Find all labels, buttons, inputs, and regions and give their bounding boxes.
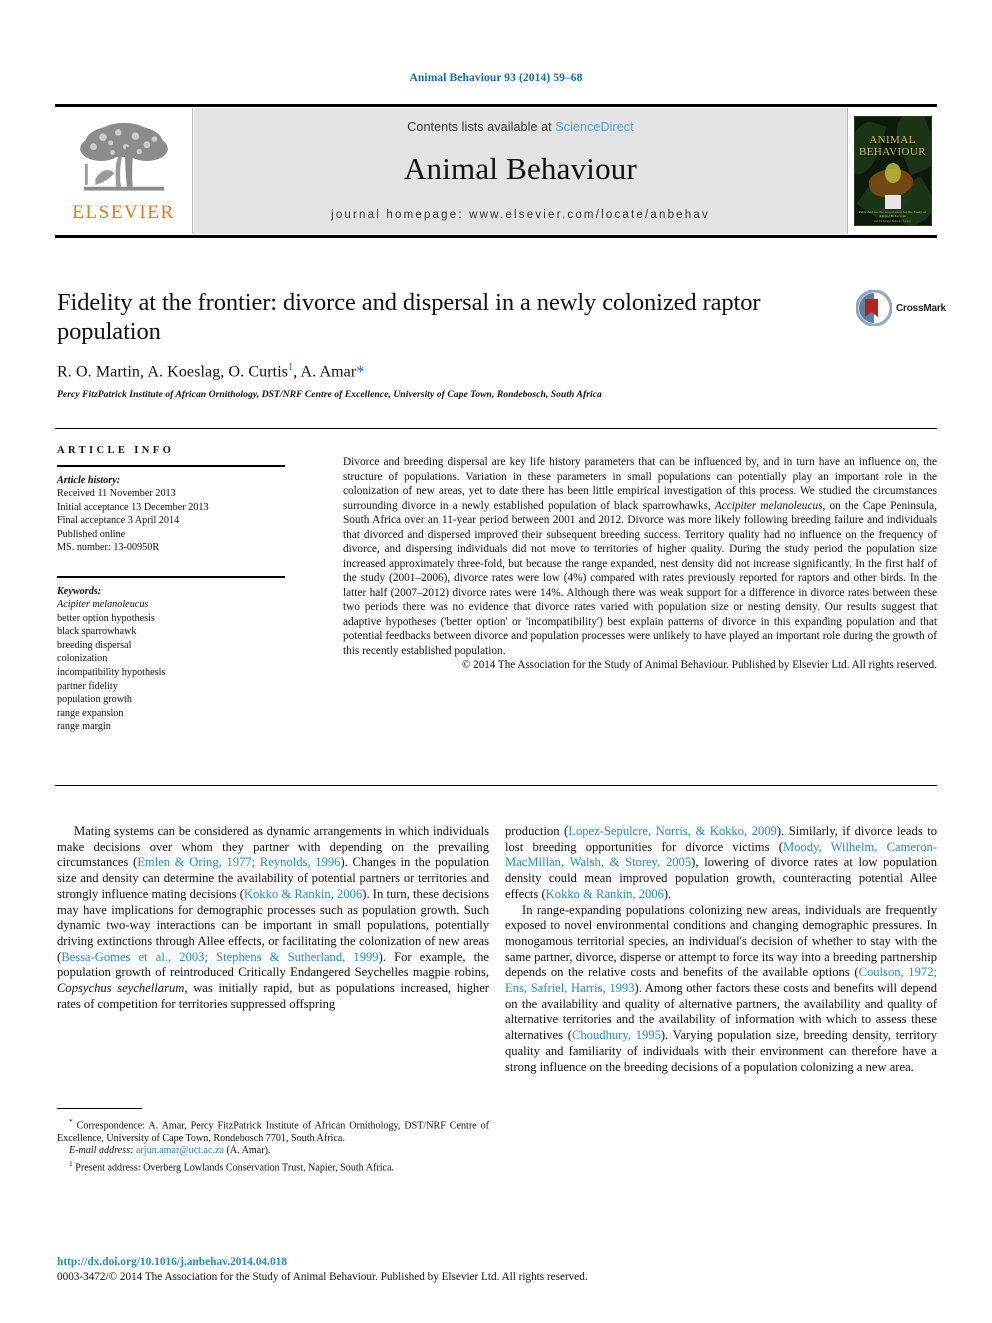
cover-title-line2: BEHAVIOUR xyxy=(859,146,926,158)
correspondence-text: Correspondence: A. Amar, Percy FitzPatri… xyxy=(57,1120,489,1144)
footnote-rule xyxy=(57,1108,142,1109)
body-paragraph: production (Lopez-Sepulcre, Norris, & Ko… xyxy=(505,824,937,903)
body-text: ). xyxy=(663,886,672,901)
author-name: R. O. Martin xyxy=(57,363,140,381)
keyword-item: colonization xyxy=(57,653,108,665)
cover-title: ANIMAL BEHAVIOUR xyxy=(855,134,931,158)
keyword-item: better option hypothesis xyxy=(57,612,155,624)
keyword-item: Acipiter melanoleucus xyxy=(57,598,149,610)
keyword-item: black sparrowhawk xyxy=(57,626,137,638)
email-link[interactable]: arjun.amar@uct.ac.za xyxy=(136,1145,224,1156)
keyword-item: breeding dispersal xyxy=(57,639,132,651)
title-block: Fidelity at the frontier: divorce and di… xyxy=(57,288,847,400)
body-column-left: Mating systems can be considered as dyna… xyxy=(57,824,489,1012)
body-text: production ( xyxy=(505,824,569,838)
citation-link[interactable]: Kokko & Rankin, 2006 xyxy=(546,887,664,901)
contents-prefix: Contents lists available at xyxy=(407,120,556,134)
keywords-block: Keywords: Acipiter melanoleucus better o… xyxy=(57,575,312,734)
present-address-text: Present address: Overberg Lowlands Conse… xyxy=(72,1161,394,1173)
author-footnote-mark[interactable]: 1 xyxy=(288,362,293,373)
citation-link[interactable]: Kokko & Rankin, 2006 xyxy=(244,887,362,901)
cover-society-badge xyxy=(884,195,901,209)
article-history-item: Published online xyxy=(57,528,126,540)
article-history-item: MS. number: 13-00950R xyxy=(57,542,160,554)
journal-cover-thumbnail: ANIMAL BEHAVIOUR Published for the Assoc… xyxy=(853,116,932,226)
author-name: A. Koeslag xyxy=(147,363,221,381)
email-suffix: (A. Amar). xyxy=(223,1145,271,1157)
info-section-bottom-rule xyxy=(55,785,937,786)
article-history-item: Received 11 November 2013 xyxy=(57,488,176,499)
crossmark-label: CrossMark xyxy=(896,302,946,314)
crossmark-icon xyxy=(855,289,893,327)
crossmark-badge[interactable]: CrossMark xyxy=(855,288,946,328)
body-paragraph: In range-expanding populations colonizin… xyxy=(505,903,937,1076)
footer-block: http://dx.doi.org/10.1016/j.anbehav.2014… xyxy=(57,1255,937,1284)
keyword-item: incompatibility hypothesis xyxy=(57,666,166,678)
cover-footer-line1: Published for the Association for the St… xyxy=(858,210,927,218)
citation-link[interactable]: Bessa-Gomes et al., 2003; Stephens & Sut… xyxy=(61,950,378,964)
keyword-item: range expansion xyxy=(57,707,124,719)
info-section-top-rule xyxy=(55,428,937,429)
present-address-footnote: 1 Present address: Overberg Lowlands Con… xyxy=(57,1158,489,1175)
article-history-label: Article history: xyxy=(57,475,121,486)
elsevier-logo: ELSEVIER xyxy=(55,108,193,234)
sciencedirect-link[interactable]: ScienceDirect xyxy=(555,120,633,134)
keyword-item: partner fidelity xyxy=(57,680,118,692)
cover-title-line1: ANIMAL xyxy=(869,134,916,146)
masthead-center: Contents lists available at ScienceDirec… xyxy=(194,108,847,234)
cover-insect-highlight xyxy=(884,163,901,183)
body-column-right: production (Lopez-Sepulcre, Norris, & Ko… xyxy=(505,824,937,1075)
elsevier-wordmark: ELSEVIER xyxy=(72,202,175,223)
cover-footer-line2: and the Animal Behavior Society xyxy=(873,220,912,223)
keywords-label: Keywords: xyxy=(57,585,102,597)
author-name: A. Amar xyxy=(300,363,357,381)
footer-copyright: 0003-3472/© 2014 The Association for the… xyxy=(57,1271,588,1283)
abstract-copyright: © 2014 The Association for the Study of … xyxy=(461,659,937,671)
email-label: E-mail address: xyxy=(69,1145,134,1157)
journal-title: Animal Behaviour xyxy=(403,151,638,186)
author-name: O. Curtis xyxy=(228,363,289,381)
species-name: Copsychus seychellarum xyxy=(57,981,185,996)
author-affiliation: Percy FitzPatrick Institute of African O… xyxy=(57,389,602,401)
doi-link[interactable]: http://dx.doi.org/10.1016/j.anbehav.2014… xyxy=(57,1255,937,1269)
article-info-column: ARTICLE INFO Article history: Received 1… xyxy=(57,445,312,734)
journal-cover-cell: ANIMAL BEHAVIOUR Published for the Assoc… xyxy=(847,108,937,234)
article-info-rule xyxy=(57,465,285,467)
keyword-item: population growth xyxy=(57,694,132,706)
citation-link[interactable]: Emlen & Oring, 1977; Reynolds, 1996 xyxy=(137,855,340,869)
correspondence-footnote: * Correspondence: A. Amar, Percy FitzPat… xyxy=(57,1116,489,1145)
journal-homepage-link[interactable]: journal homepage: www.elsevier.com/locat… xyxy=(194,209,847,221)
footnote-block: * Correspondence: A. Amar, Percy FitzPat… xyxy=(57,1108,489,1174)
masthead-top-rule xyxy=(55,104,937,107)
elsevier-tree-icon xyxy=(79,122,168,191)
running-head: Animal Behaviour 93 (2014) 59–68 xyxy=(409,72,583,84)
article-history-item: Final acceptance 3 April 2014 xyxy=(57,515,180,527)
masthead-bottom-rule xyxy=(55,235,937,238)
corresponding-author-mark[interactable]: * xyxy=(356,363,364,380)
article-info-heading: ARTICLE INFO xyxy=(57,445,175,456)
abstract-column: Divorce and breeding dispersal are key l… xyxy=(343,455,937,673)
article-history-item: Initial acceptance 13 December 2013 xyxy=(57,501,209,513)
journal-masthead: ELSEVIER Contents lists available at Sci… xyxy=(55,104,937,238)
citation-link[interactable]: Choudhury, 1995 xyxy=(572,1028,661,1042)
email-footnote: E-mail address: arjun.amar@uct.ac.za (A.… xyxy=(57,1145,489,1157)
author-list: R. O. Martin, A. Koeslag, O. Curtis1, A.… xyxy=(57,362,365,381)
article-title: Fidelity at the frontier: divorce and di… xyxy=(57,289,761,345)
contents-available-line: Contents lists available at ScienceDirec… xyxy=(194,108,847,134)
abstract-text: Divorce and breeding dispersal are key l… xyxy=(343,455,937,658)
body-paragraph: Mating systems can be considered as dyna… xyxy=(57,824,489,1012)
abstract-species-name: Accipiter melanoleucus xyxy=(714,499,823,512)
citation-link[interactable]: Lopez-Sepulcre, Norris, & Kokko, 2009 xyxy=(568,824,777,838)
keyword-item: range margin xyxy=(57,721,111,733)
journal-article-page: Animal Behaviour 93 (2014) 59–68 ELSEVIE… xyxy=(0,0,992,1323)
keywords-rule xyxy=(57,575,285,578)
abstract-part-2: , on the Cape Peninsula, South Africa ov… xyxy=(343,499,937,657)
